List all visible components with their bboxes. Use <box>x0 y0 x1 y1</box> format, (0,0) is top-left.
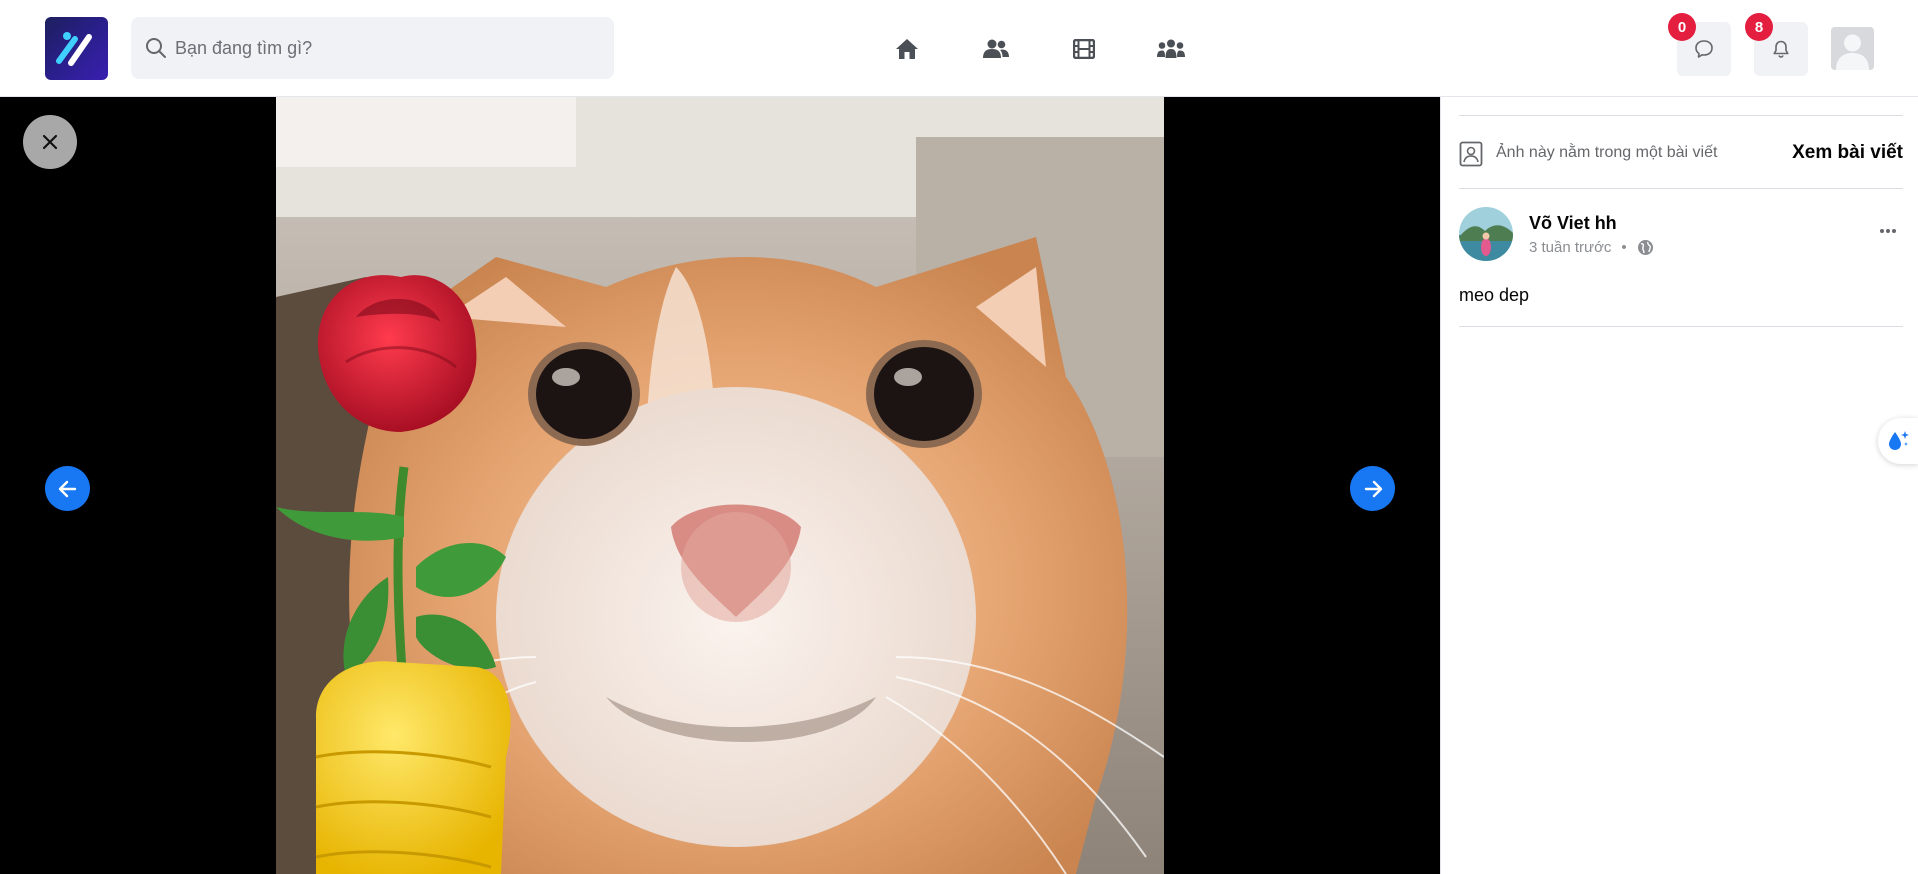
nav-video[interactable] <box>1069 34 1099 64</box>
author-name[interactable]: Võ Viet hh <box>1529 213 1617 234</box>
divider <box>1459 326 1903 327</box>
nav-friends[interactable] <box>981 34 1011 64</box>
search-input[interactable] <box>175 17 595 79</box>
logo-mark-icon <box>56 32 92 66</box>
search-icon <box>146 38 166 58</box>
search-bar[interactable] <box>131 17 614 79</box>
arrow-right-icon <box>1364 480 1382 497</box>
nav-groups[interactable] <box>1156 34 1186 64</box>
close-viewer-button[interactable] <box>23 115 77 169</box>
user-avatar-button[interactable] <box>1831 27 1874 70</box>
bell-icon <box>1773 40 1789 58</box>
nav-home[interactable] <box>892 34 922 64</box>
more-options-icon <box>1880 229 1896 233</box>
post-time[interactable]: 3 tuần trước <box>1529 239 1611 256</box>
author-avatar-image <box>1459 207 1513 261</box>
divider <box>1459 188 1903 189</box>
divider <box>1459 115 1903 116</box>
photo-post-icon <box>1459 141 1483 167</box>
home-icon <box>896 39 918 59</box>
meta-separator: • <box>1621 239 1627 256</box>
next-photo-button[interactable] <box>1350 466 1395 511</box>
messages-count-badge: 0 <box>1668 13 1696 41</box>
post-text: meo dep <box>1459 285 1530 305</box>
post-options-button[interactable] <box>1873 221 1903 241</box>
messages-button[interactable]: 0 <box>1668 13 1731 76</box>
notifications-count-badge: 8 <box>1745 13 1773 41</box>
app-logo[interactable] <box>45 17 108 80</box>
droplet-sparkle-icon <box>1889 431 1909 450</box>
post-hint-text: Ảnh này nằm trong một bài viết <box>1496 144 1718 161</box>
message-icon <box>1695 40 1713 58</box>
arrow-left-icon <box>58 480 76 497</box>
globe-icon <box>1637 240 1653 255</box>
top-bar: 0 8 <box>0 0 1918 97</box>
previous-photo-button[interactable] <box>45 466 90 511</box>
user-avatar-icon <box>1831 27 1874 70</box>
floating-assistant-button[interactable] <box>1878 418 1918 464</box>
close-icon <box>42 134 58 150</box>
groups-icon <box>1157 39 1185 58</box>
author-avatar[interactable] <box>1459 207 1513 261</box>
see-post-link[interactable]: Xem bài viết <box>1792 142 1903 164</box>
cat-with-rose-image <box>276 97 1164 874</box>
photo-viewer <box>0 97 1440 874</box>
friends-icon <box>983 39 1009 58</box>
post-side-panel: Ảnh này nằm trong một bài viết Xem bài v… <box>1440 97 1918 874</box>
post-meta: 3 tuần trước • <box>1529 239 1654 256</box>
notifications-button[interactable]: 8 <box>1745 13 1808 76</box>
video-icon <box>1073 39 1095 59</box>
post-photo <box>276 97 1164 874</box>
post-link-row: Ảnh này nằm trong một bài viết Xem bài v… <box>1459 134 1903 174</box>
